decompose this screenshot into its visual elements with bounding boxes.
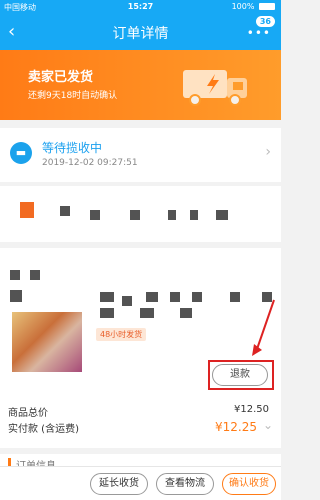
logistics-time: 2019-12-02 09:27:51 bbox=[42, 158, 138, 168]
annotation-arrow-icon bbox=[252, 299, 275, 356]
redacted-block bbox=[230, 292, 240, 302]
redacted-block bbox=[170, 292, 180, 302]
banner-title: 卖家已发货 bbox=[28, 70, 94, 85]
product-image[interactable] bbox=[12, 312, 82, 372]
banner-subtitle: 还剩9天18时自动确认 bbox=[28, 91, 118, 101]
logistics-card[interactable]: ▬ 等待揽收中 2019-12-02 09:27:51 › bbox=[0, 128, 281, 182]
redacted-block bbox=[146, 292, 158, 302]
redacted-block bbox=[190, 210, 198, 220]
shop-card bbox=[0, 186, 281, 242]
redacted-block bbox=[100, 308, 114, 318]
page-title: 订单详情 bbox=[112, 26, 169, 42]
paid-value: ¥12.25 bbox=[215, 420, 257, 434]
annotation-highlight-box bbox=[208, 360, 274, 390]
redacted-block bbox=[192, 292, 202, 302]
shipping-tag: 48小时发货 bbox=[96, 328, 147, 341]
more-icon[interactable]: ••• bbox=[247, 26, 271, 40]
nav-bar: ‹ 订单详情 ••• 36 bbox=[0, 14, 281, 50]
view-logistics-button[interactable]: 查看物流 bbox=[156, 473, 214, 495]
confirm-receipt-button[interactable]: 确认收货 bbox=[222, 473, 276, 495]
status-bar: 中国移动 15:27 100% bbox=[0, 0, 281, 14]
redacted-block bbox=[140, 308, 154, 318]
goods-total-value: ¥12.50 bbox=[234, 404, 269, 415]
message-badge: 36 bbox=[255, 16, 275, 27]
paid-label: 实付款 (含运费) bbox=[8, 424, 79, 435]
redacted-block bbox=[130, 210, 140, 220]
battery-percent: 100% bbox=[231, 2, 255, 11]
chevron-down-icon[interactable]: ⌄ bbox=[263, 418, 273, 432]
redacted-block bbox=[30, 270, 40, 280]
redacted-block bbox=[10, 290, 22, 302]
truck-icon: ▬ bbox=[10, 142, 32, 164]
bottom-action-bar: 延长收货 查看物流 确认收货 bbox=[0, 466, 281, 500]
chevron-right-icon: › bbox=[265, 144, 271, 160]
shop-avatar-redacted bbox=[20, 202, 34, 218]
redacted-block bbox=[10, 270, 20, 280]
battery-area: 100% bbox=[232, 2, 275, 11]
delivery-truck-icon bbox=[183, 70, 247, 106]
redacted-block bbox=[180, 308, 192, 318]
redacted-block bbox=[60, 206, 70, 216]
redacted-block bbox=[100, 292, 114, 302]
product-card: 48小时发货 退款 商品总价 ¥12.50 实付款 (含运费) ¥12.25 ⌄ bbox=[0, 248, 281, 448]
redacted-block bbox=[122, 296, 132, 306]
logistics-status: 等待揽收中 bbox=[42, 141, 103, 155]
goods-total-label: 商品总价 bbox=[8, 408, 48, 419]
battery-icon bbox=[259, 3, 275, 10]
redacted-block bbox=[168, 210, 176, 220]
redacted-block bbox=[216, 210, 228, 220]
redacted-block bbox=[90, 210, 100, 220]
status-banner: 卖家已发货 还剩9天18时自动确认 bbox=[0, 50, 281, 120]
extend-receipt-button[interactable]: 延长收货 bbox=[90, 473, 148, 495]
